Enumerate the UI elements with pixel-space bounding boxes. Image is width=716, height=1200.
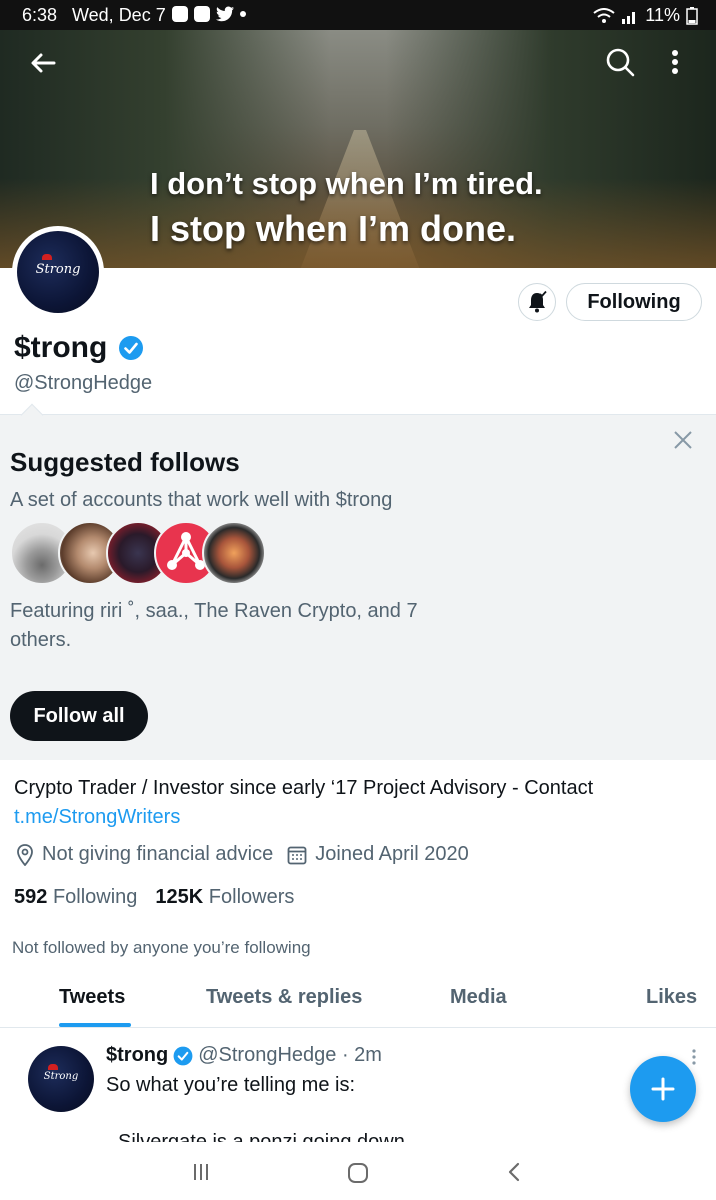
twitter-bird-icon <box>216 6 234 22</box>
nav-back-icon[interactable] <box>504 1161 524 1183</box>
tweet-text-continued[interactable]: Silvergate is a ponzi going down <box>118 1128 405 1142</box>
following-label: Following <box>52 886 138 908</box>
active-tab-indicator <box>59 1023 131 1027</box>
wifi-icon <box>593 7 615 23</box>
tweet-avatar-image: Strong <box>28 1046 94 1112</box>
verified-badge-icon <box>119 336 144 360</box>
profile-name: $trong <box>14 331 145 365</box>
followers-count-link[interactable]: 125K Followers <box>155 886 294 909</box>
location-text: Not giving financial advice <box>42 843 274 865</box>
joined-text: Joined April 2020 <box>315 843 469 865</box>
gallery-icon <box>194 6 210 22</box>
compose-tweet-button[interactable] <box>630 1056 696 1122</box>
tweet-author-name[interactable]: $trong <box>106 1044 168 1067</box>
bio-link[interactable]: t.me/StrongWriters <box>14 803 704 832</box>
search-icon[interactable] <box>602 44 638 80</box>
tweet-handle-time: @StrongHedge · 2m <box>198 1044 382 1066</box>
bell-check-icon <box>529 290 547 313</box>
banner-quote-line1: I don’t stop when I’m tired. <box>150 166 543 201</box>
joined-item: Joined April 2020 <box>287 843 469 866</box>
tab-media[interactable]: Media <box>450 986 507 1009</box>
profile-meta: Not giving financial advice Joined April… <box>16 843 483 866</box>
santa-hat-icon <box>47 1064 58 1071</box>
suggested-follows-subtitle: A set of accounts that work well with $t… <box>10 489 393 511</box>
close-icon[interactable] <box>670 427 696 453</box>
tweet-more-icon[interactable] <box>684 1048 704 1068</box>
banner-quote: I don’t stop when I’m tired. I stop when… <box>150 166 543 250</box>
suggested-avatars[interactable] <box>10 521 270 587</box>
profile-avatar[interactable]: Strong <box>12 226 104 318</box>
recent-apps-icon[interactable] <box>190 1161 212 1183</box>
location-pin-icon <box>17 843 33 866</box>
tweet-avatar[interactable]: Strong <box>28 1046 94 1112</box>
battery-icon <box>686 6 698 25</box>
banner-quote-line2: I stop when I’m done. <box>150 208 517 249</box>
following-count: 592 <box>14 886 48 908</box>
notification-bell-button[interactable] <box>518 283 556 321</box>
suggested-featuring-text: Featuring riri ˚, saa., The Raven Crypto… <box>10 600 418 651</box>
more-options-icon[interactable] <box>662 46 688 80</box>
bio-text: Crypto Trader / Investor since early ‘17… <box>14 777 594 799</box>
suggested-follows-panel: Suggested follows A set of accounts that… <box>0 403 716 760</box>
status-date: Wed, Dec 7 <box>72 5 166 25</box>
tab-tweets-replies[interactable]: Tweets & replies <box>206 986 362 1009</box>
signal-icon <box>622 11 636 24</box>
panel-caret <box>20 403 44 427</box>
tweet-avatar-logo-text: Strong <box>43 1071 79 1083</box>
profile-handle: @StrongHedge <box>14 372 153 394</box>
tweet-header: $trong @StrongHedge · 2m <box>106 1044 382 1067</box>
not-followed-text: Not followed by anyone you’re following <box>12 938 311 957</box>
android-nav-bar <box>0 1143 716 1200</box>
home-icon[interactable] <box>346 1161 370 1185</box>
status-bar: 6:38 Wed, Dec 7 11% <box>0 0 716 30</box>
tab-tweets[interactable]: Tweets <box>59 986 125 1009</box>
following-count-link[interactable]: 592 Following <box>14 886 137 909</box>
notification-icons <box>172 6 246 22</box>
messenger-icon <box>172 6 188 22</box>
tweet-text[interactable]: So what you’re telling me is: <box>106 1074 355 1097</box>
follow-all-button[interactable]: Follow all <box>10 691 148 741</box>
battery-percent: 11% <box>645 5 680 25</box>
calendar-icon <box>287 846 307 864</box>
location-item: Not giving financial advice <box>16 843 273 866</box>
suggested-follows-title: Suggested follows <box>10 447 240 477</box>
tab-likes[interactable]: Likes <box>646 986 697 1009</box>
followers-count: 125K <box>155 886 204 908</box>
plus-icon <box>651 1077 675 1101</box>
profile-name-text: $trong <box>14 331 108 364</box>
status-time: 6:38 <box>22 5 58 25</box>
santa-hat-icon <box>41 253 52 260</box>
verified-badge-icon <box>173 1046 193 1065</box>
back-arrow-icon[interactable] <box>26 46 60 80</box>
status-right: 11% <box>593 5 698 26</box>
profile-bio: Crypto Trader / Investor since early ‘17… <box>14 774 704 832</box>
follow-counts: 592 Following 125K Followers <box>14 886 294 909</box>
following-button[interactable]: Following <box>566 283 702 321</box>
avatar-logo-text: Strong <box>35 262 81 278</box>
suggested-avatar-5 <box>202 521 266 585</box>
followers-label: Followers <box>208 886 295 908</box>
profile-tabs: Tweets Tweets & replies Media Likes <box>0 970 716 1028</box>
profile-avatar-image: Strong <box>17 231 99 313</box>
more-notifications-dot <box>240 11 246 17</box>
